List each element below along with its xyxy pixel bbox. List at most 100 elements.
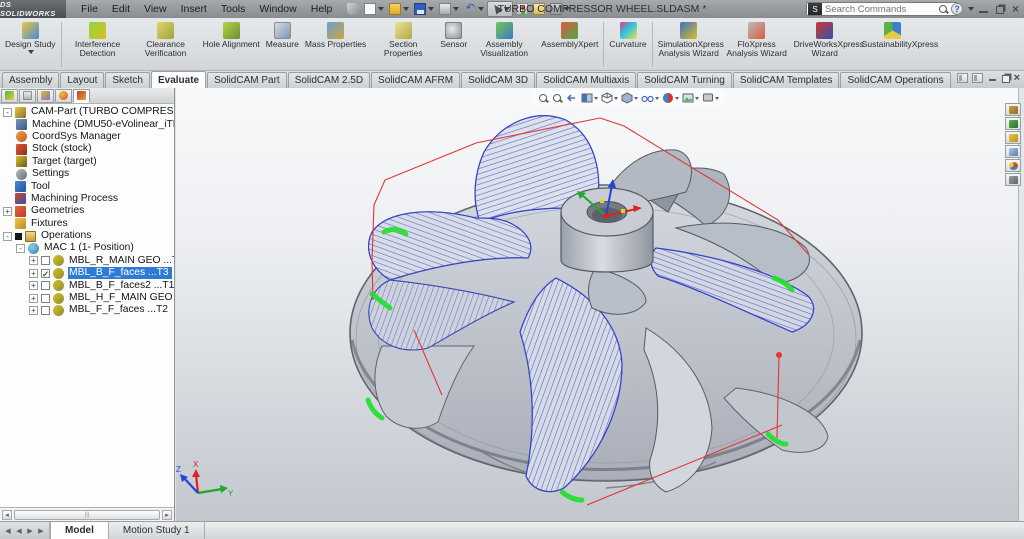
checkbox-unchecked[interactable] (41, 294, 50, 303)
tab-layout[interactable]: Layout (60, 72, 104, 88)
zoom-area-button[interactable] (552, 93, 563, 104)
floxpress-button[interactable]: FloXpress Analysis Wizard (723, 20, 791, 69)
collapse-icon[interactable]: - (16, 244, 25, 253)
tab-solidcam-templates[interactable]: SolidCAM Templates (733, 72, 840, 88)
solidcam-button-2[interactable] (1005, 117, 1021, 130)
solidcam-button-3[interactable] (1005, 131, 1021, 144)
tree-item-settings[interactable]: Settings (0, 168, 174, 180)
tab-assembly[interactable]: Assembly (2, 72, 59, 88)
collapse-icon[interactable]: - (3, 108, 12, 117)
expand-icon[interactable]: + (3, 207, 12, 216)
doc-close-icon[interactable]: × (1014, 73, 1020, 83)
solidcam-button-1[interactable] (1005, 103, 1021, 116)
tree-item-target[interactable]: Target (target) (0, 156, 174, 168)
checkbox-unchecked[interactable] (41, 256, 50, 265)
tree-item-operation-1[interactable]: + MBL_R_MAIN GEO ...T1 (0, 255, 174, 267)
tree-item-tool[interactable]: Tool (0, 180, 174, 192)
mass-properties-button[interactable]: Mass Properties (302, 20, 369, 69)
last-tab-icon[interactable]: ▶ (36, 527, 46, 535)
menu-tools[interactable]: Tools (214, 1, 253, 17)
next-tab-icon[interactable]: ▶ (25, 527, 35, 535)
search-scope-icon[interactable]: S (808, 3, 822, 15)
tree-item-operation-3[interactable]: + MBL_B_F_faces2 ...T1 (0, 279, 174, 291)
search-input[interactable] (822, 4, 938, 15)
tree-item-operation-5[interactable]: + MBL_F_F_faces ...T2 (0, 304, 174, 316)
expand-icon[interactable]: + (29, 294, 38, 303)
restore-button[interactable] (993, 2, 1006, 15)
apply-scene-button[interactable] (682, 92, 699, 104)
tree-item-operation-2-selected[interactable]: + ✓ MBL_B_F_faces ...T3 (0, 267, 174, 279)
menu-edit[interactable]: Edit (105, 1, 137, 17)
display-style-button[interactable] (621, 92, 638, 104)
tab-solidcam-turning[interactable]: SolidCAM Turning (637, 72, 732, 88)
pane-layout-icon[interactable] (957, 73, 968, 83)
scroll-left-icon[interactable]: ◂ (2, 510, 12, 520)
tree-horizontal-scrollbar[interactable]: ◂ ||| ▸ (0, 507, 174, 521)
expand-icon[interactable]: + (29, 269, 38, 278)
assembly-visualization-button[interactable]: Assembly Visualization (470, 20, 538, 69)
measure-button[interactable]: Measure (263, 20, 302, 69)
tab-solidcam-operations[interactable]: SolidCAM Operations (840, 72, 950, 88)
menu-insert[interactable]: Insert (174, 1, 214, 17)
collapse-icon[interactable]: - (3, 232, 12, 241)
menu-window[interactable]: Window (252, 1, 303, 17)
solidcam-button-5[interactable] (1005, 159, 1021, 172)
section-properties-button[interactable]: Section Properties (369, 20, 437, 69)
view-orientation-button[interactable] (601, 92, 618, 104)
doc-restore-icon[interactable] (1002, 75, 1010, 83)
tree-item-operations[interactable]: - Operations (0, 230, 174, 242)
help-button[interactable]: ? (951, 3, 963, 15)
checkbox-checked[interactable]: ✓ (41, 269, 50, 278)
tab-evaluate[interactable]: Evaluate (151, 71, 206, 88)
displaymanager-tab[interactable] (55, 89, 72, 103)
solidcam-button-4[interactable] (1005, 145, 1021, 158)
sensor-button[interactable]: Sensor (437, 20, 470, 69)
tree-item-stock[interactable]: Stock (stock) (0, 143, 174, 155)
graphics-viewport[interactable]: X Y Z (176, 88, 1018, 521)
tree-item-machine[interactable]: Machine (DMU50-eVolinear_iTNC530_5X-Si (0, 118, 174, 130)
curvature-button[interactable]: Curvature (606, 20, 649, 69)
expand-icon[interactable]: + (29, 256, 38, 265)
featuremanager-tab[interactable] (1, 89, 18, 103)
tree-item-coordsys-manager[interactable]: CoordSys Manager (0, 131, 174, 143)
tab-model[interactable]: Model (50, 522, 109, 539)
simulationxpress-button[interactable]: SimulationXpress Analysis Wizard (655, 20, 723, 69)
driveworksxpress-button[interactable]: DriveWorksXpress Wizard (791, 20, 859, 69)
expand-icon[interactable]: + (29, 281, 38, 290)
propertymanager-tab[interactable] (19, 89, 36, 103)
close-button[interactable]: × (1009, 2, 1022, 15)
scroll-thumb[interactable]: ||| (14, 510, 160, 520)
previous-view-button[interactable] (566, 92, 578, 104)
menu-view[interactable]: View (137, 1, 174, 17)
tab-solidcam-3d[interactable]: SolidCAM 3D (461, 72, 535, 88)
sustainabilityxpress-button[interactable]: SustainabilityXpress (859, 20, 927, 69)
zoom-fit-button[interactable] (538, 93, 549, 104)
prev-tab-icon[interactable]: ◀ (14, 527, 24, 535)
doc-minimize-icon[interactable] (987, 73, 998, 83)
menu-file[interactable]: File (74, 1, 105, 17)
tab-solidcam-afrm[interactable]: SolidCAM AFRM (371, 72, 460, 88)
section-view-button[interactable] (581, 92, 598, 104)
tree-item-operation-4[interactable]: + MBL_H_F_MAIN GEO ...T1 (0, 292, 174, 304)
tab-solidcam-part[interactable]: SolidCAM Part (207, 72, 287, 88)
search-icon[interactable] (938, 4, 949, 15)
tab-sketch[interactable]: Sketch (105, 72, 150, 88)
solidcam-manager-tab[interactable] (73, 89, 90, 103)
minimize-button[interactable] (977, 2, 990, 15)
scroll-right-icon[interactable]: ▸ (162, 510, 172, 520)
clearance-verification-button[interactable]: Clearance Verification (132, 20, 200, 69)
solidcam-button-6[interactable] (1005, 173, 1021, 186)
hide-show-items-button[interactable] (641, 92, 659, 104)
design-study-button[interactable]: Design Study (2, 20, 59, 69)
tab-solidcam-multiaxis[interactable]: SolidCAM Multiaxis (536, 72, 636, 88)
tree-item-fixtures[interactable]: Fixtures (0, 218, 174, 230)
tab-solidcam-25d[interactable]: SolidCAM 2.5D (288, 72, 370, 88)
checkbox-unchecked[interactable] (41, 306, 50, 315)
tree-item-machining-process[interactable]: Machining Process (0, 193, 174, 205)
expand-icon[interactable]: + (29, 306, 38, 315)
tree-item-geometries[interactable]: + Geometries (0, 205, 174, 217)
tree-item-cam-part[interactable]: - CAM-Part (TURBO COMPRESSOR WHEEL) (0, 106, 174, 118)
view-settings-button[interactable] (702, 92, 719, 104)
pane-layout2-icon[interactable] (972, 73, 983, 83)
checkbox-unchecked[interactable] (41, 281, 50, 290)
